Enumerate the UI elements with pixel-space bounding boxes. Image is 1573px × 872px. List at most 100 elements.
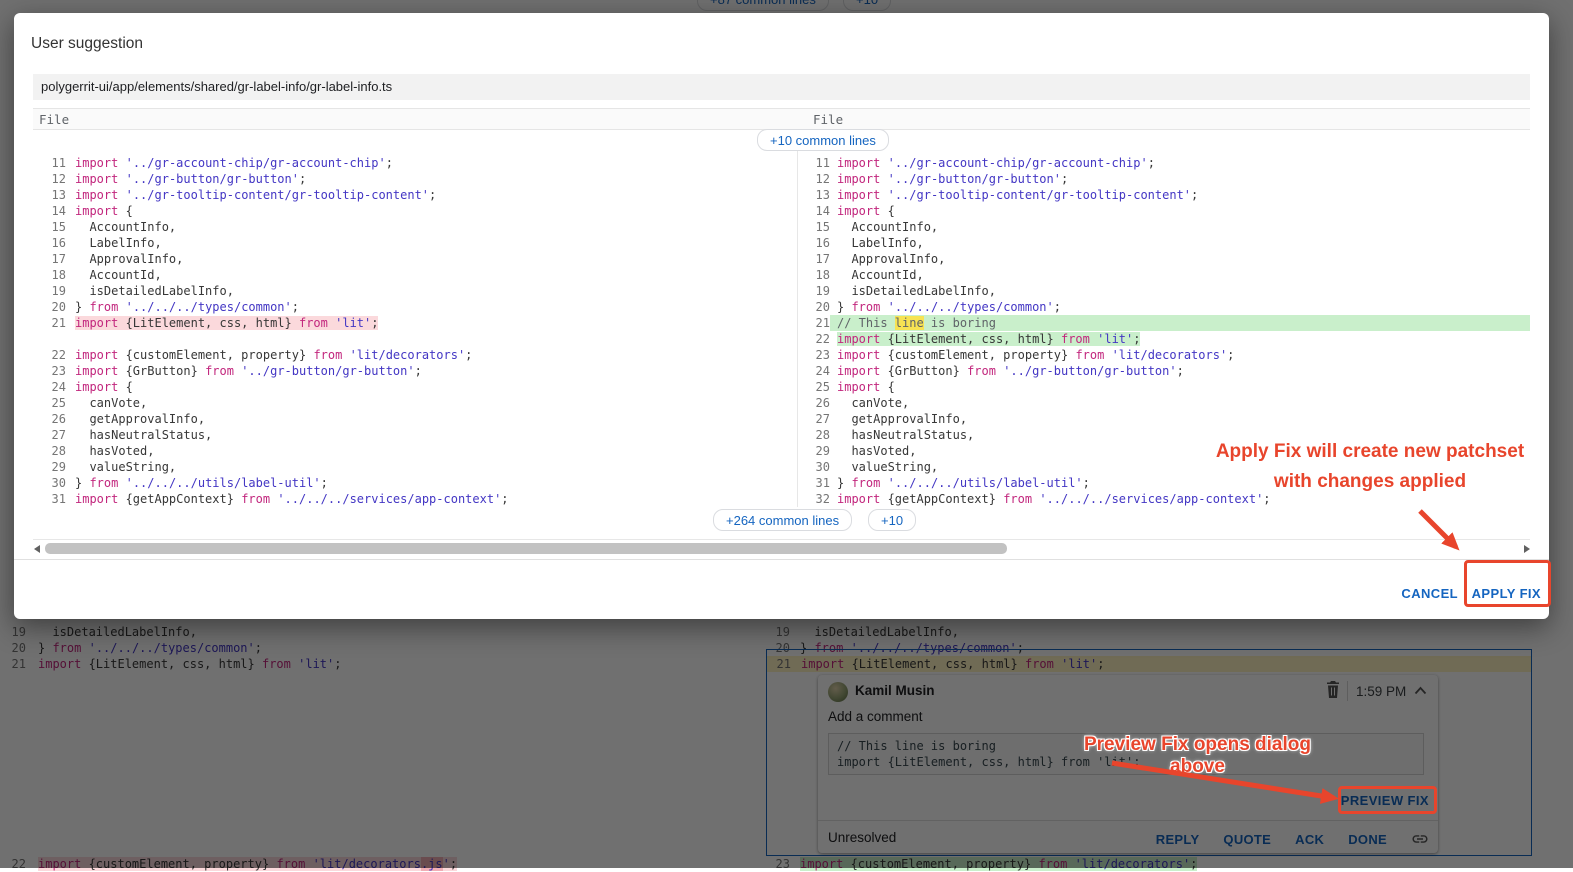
code-line: canVote, — [830, 395, 1530, 411]
diff-line: 20} from '../../../types/common'; — [797, 299, 1530, 315]
line-number[interactable]: 22 — [797, 331, 830, 347]
scroll-left-arrow[interactable] — [34, 545, 40, 553]
line-number[interactable]: 31 — [797, 475, 830, 491]
code-line: hasNeutralStatus, — [830, 427, 1530, 443]
diff-line: 19 isDetailedLabelInfo, — [797, 283, 1530, 299]
diff-line: 19 isDetailedLabelInfo, — [33, 283, 797, 299]
diff-line: 25 canVote, — [33, 395, 797, 411]
line-number[interactable]: 19 — [797, 283, 830, 299]
line-number[interactable]: 22 — [33, 347, 66, 363]
diff-line: 18 AccountId, — [33, 267, 797, 283]
line-number[interactable]: 27 — [33, 427, 66, 443]
line-number[interactable]: 24 — [797, 363, 830, 379]
line-number[interactable]: 26 — [797, 395, 830, 411]
line-number[interactable]: 13 — [33, 187, 66, 203]
diff-header: File File — [33, 108, 1530, 130]
line-number[interactable]: 17 — [33, 251, 66, 267]
line-number[interactable]: 16 — [797, 235, 830, 251]
line-number[interactable]: 17 — [797, 251, 830, 267]
code-line: hasVoted, — [66, 443, 797, 459]
line-number[interactable]: 30 — [33, 475, 66, 491]
expand-common-lines-button[interactable]: +10 common lines — [757, 129, 889, 151]
code-line: AccountInfo, — [830, 219, 1530, 235]
diff-line: 15 AccountInfo, — [33, 219, 797, 235]
expand-common-lines-button[interactable]: +264 common lines — [713, 509, 852, 531]
table-bottom-border — [33, 539, 1530, 540]
diff-line: 16 LabelInfo, — [33, 235, 797, 251]
line-number[interactable]: 14 — [33, 203, 66, 219]
code-line: import '../gr-account-chip/gr-account-ch… — [830, 155, 1530, 171]
line-number[interactable]: 23 — [33, 363, 66, 379]
line-number[interactable]: 27 — [797, 411, 830, 427]
diff-line: 12import '../gr-button/gr-button'; — [33, 171, 797, 187]
diff-line: 31import {getAppContext} from '../../../… — [33, 491, 797, 507]
line-number[interactable]: 28 — [797, 427, 830, 443]
horizontal-scrollbar[interactable] — [45, 543, 1007, 554]
line-number[interactable]: 29 — [797, 443, 830, 459]
code-line: import {customElement, property} from 'l… — [66, 347, 797, 363]
expand-ten-button[interactable]: +10 — [868, 509, 916, 531]
right-pane-header: File — [813, 112, 843, 127]
line-number[interactable]: 28 — [33, 443, 66, 459]
diff-line: 25import { — [797, 379, 1530, 395]
line-number[interactable]: 24 — [33, 379, 66, 395]
line-number[interactable]: 25 — [797, 379, 830, 395]
code-line: import { — [66, 379, 797, 395]
line-number[interactable]: 21 — [797, 315, 830, 331]
diff-line — [33, 331, 797, 347]
user-suggestion-dialog: User suggestion polygerrit-ui/app/elemen… — [14, 13, 1549, 619]
line-number[interactable]: 18 — [797, 267, 830, 283]
code-line: ApprovalInfo, — [830, 251, 1530, 267]
code-line: isDetailedLabelInfo, — [66, 283, 797, 299]
line-number[interactable]: 15 — [797, 219, 830, 235]
line-number[interactable]: 16 — [33, 235, 66, 251]
line-number[interactable]: 26 — [33, 411, 66, 427]
code-line: import { — [66, 203, 797, 219]
diff-line: 28 hasVoted, — [33, 443, 797, 459]
code-line: import {LitElement, css, html} from 'lit… — [830, 331, 1530, 347]
diff-line: 13import '../gr-tooltip-content/gr-toolt… — [33, 187, 797, 203]
line-number[interactable]: 11 — [33, 155, 66, 171]
code-line: import {getAppContext} from '../../../se… — [66, 491, 797, 507]
line-number[interactable]: 15 — [33, 219, 66, 235]
code-line: LabelInfo, — [66, 235, 797, 251]
scroll-right-arrow[interactable] — [1524, 545, 1530, 553]
code-line: hasVoted, — [830, 443, 1530, 459]
line-number[interactable]: 32 — [797, 491, 830, 507]
footer-divider — [14, 559, 1549, 560]
line-number[interactable]: 18 — [33, 267, 66, 283]
line-number[interactable]: 11 — [797, 155, 830, 171]
code-line: // This line is boring — [830, 315, 1530, 331]
line-number[interactable]: 14 — [797, 203, 830, 219]
line-number[interactable]: 20 — [797, 299, 830, 315]
line-number[interactable]: 23 — [797, 347, 830, 363]
line-number[interactable]: 21 — [33, 315, 66, 331]
diff-line: 22import {LitElement, css, html} from 'l… — [797, 331, 1530, 347]
line-number[interactable]: 12 — [33, 171, 66, 187]
line-number[interactable]: 31 — [33, 491, 66, 507]
code-line: import '../gr-tooltip-content/gr-tooltip… — [830, 187, 1530, 203]
diff-line: 12import '../gr-button/gr-button'; — [797, 171, 1530, 187]
diff-line: 23import {GrButton} from '../gr-button/g… — [33, 363, 797, 379]
line-number[interactable]: 13 — [797, 187, 830, 203]
code-line: AccountId, — [66, 267, 797, 283]
diff-line: 21// This line is boring — [797, 315, 1530, 331]
code-line: import {customElement, property} from 'l… — [830, 347, 1530, 363]
dialog-title: User suggestion — [31, 35, 143, 53]
line-number[interactable]: 25 — [33, 395, 66, 411]
diff-line: 28 hasNeutralStatus, — [797, 427, 1530, 443]
line-number[interactable]: 12 — [797, 171, 830, 187]
line-number[interactable]: 29 — [33, 459, 66, 475]
code-line: } from '../../../utils/label-util'; — [66, 475, 797, 491]
diff-line: 29 hasVoted, — [797, 443, 1530, 459]
line-number[interactable]: 19 — [33, 283, 66, 299]
diff-line: 27 hasNeutralStatus, — [33, 427, 797, 443]
code-line: } from '../../../types/common'; — [830, 299, 1530, 315]
line-number[interactable]: 20 — [33, 299, 66, 315]
line-number[interactable]: 30 — [797, 459, 830, 475]
cancel-button[interactable]: CANCEL — [1401, 586, 1458, 601]
diff-line: 30 valueString, — [797, 459, 1530, 475]
apply-fix-button[interactable]: APPLY FIX — [1472, 586, 1541, 601]
diff-line: 18 AccountId, — [797, 267, 1530, 283]
code-line: } from '../../../utils/label-util'; — [830, 475, 1530, 491]
